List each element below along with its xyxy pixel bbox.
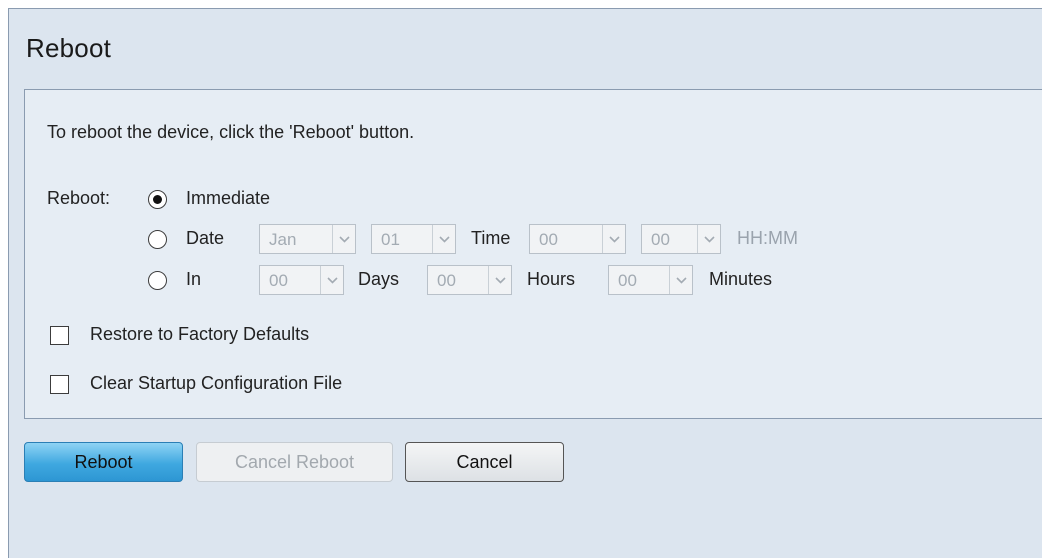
chevron-down-icon (697, 225, 720, 253)
date-radio[interactable] (148, 230, 167, 249)
restore-defaults-label: Restore to Factory Defaults (90, 324, 310, 344)
days-select[interactable]: 00 (259, 265, 344, 295)
minute-value: 00 (651, 230, 670, 249)
cancel-reboot-button[interactable]: Cancel Reboot (196, 442, 393, 482)
minutes-label: Minutes (709, 269, 773, 289)
month-select[interactable]: Jan (259, 224, 356, 254)
in-radio[interactable] (148, 271, 167, 290)
cancel-button[interactable]: Cancel (405, 442, 564, 482)
hours-label: Hours (527, 269, 576, 289)
chevron-down-icon (320, 266, 343, 294)
day-select[interactable]: 01 (371, 224, 456, 254)
chevron-down-icon (669, 266, 692, 294)
instructions-text: To reboot the device, click the 'Reboot'… (47, 122, 415, 142)
days-label: Days (358, 269, 400, 289)
hours-select[interactable]: 00 (427, 265, 512, 295)
minutes-value: 00 (618, 271, 637, 290)
immediate-label: Immediate (186, 188, 271, 208)
clear-startup-label: Clear Startup Configuration File (90, 373, 343, 393)
restore-defaults-checkbox[interactable] (50, 326, 69, 345)
in-label: In (186, 269, 202, 289)
clear-startup-checkbox[interactable] (50, 375, 69, 394)
time-label: Time (471, 228, 511, 248)
time-format-hint: HH:MM (737, 228, 798, 248)
reboot-label: Reboot: (47, 188, 111, 208)
page-title: Reboot (26, 33, 112, 63)
chevron-down-icon (602, 225, 625, 253)
minutes-select[interactable]: 00 (608, 265, 693, 295)
reboot-settings-panel: To reboot the device, click the 'Reboot'… (24, 89, 1042, 419)
date-label: Date (186, 228, 225, 248)
reboot-button[interactable]: Reboot (24, 442, 183, 482)
immediate-radio[interactable] (148, 190, 167, 209)
month-value: Jan (269, 230, 297, 249)
hour-select[interactable]: 00 (529, 224, 626, 254)
chevron-down-icon (432, 225, 455, 253)
days-value: 00 (269, 271, 288, 290)
chevron-down-icon (332, 225, 355, 253)
hour-value: 00 (539, 230, 558, 249)
minute-select[interactable]: 00 (641, 224, 721, 254)
hours-value: 00 (437, 271, 456, 290)
chevron-down-icon (488, 266, 511, 294)
day-value: 01 (381, 230, 400, 249)
